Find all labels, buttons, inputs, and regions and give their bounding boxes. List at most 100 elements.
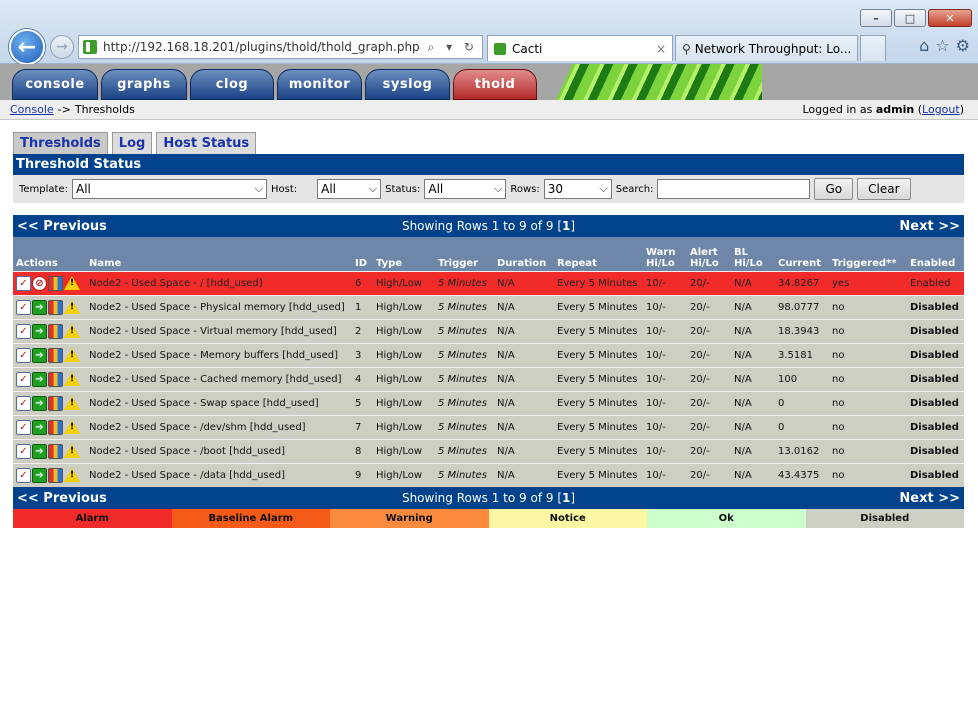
maximize-button[interactable]: □ — [894, 9, 926, 27]
cell-name[interactable]: Node2 - Used Space - Cached memory [hdd_… — [86, 366, 352, 391]
tab-graphs[interactable]: graphs — [101, 69, 187, 100]
cell-name[interactable]: Node2 - Used Space - /boot [hdd_used] — [86, 438, 352, 463]
tab-syslog[interactable]: syslog — [365, 69, 450, 100]
tab-network-throughput[interactable]: ⚲ Network Throughput: Lo... — [675, 35, 858, 61]
close-window-button[interactable]: ✕ — [928, 9, 972, 27]
column-header[interactable]: Type — [373, 237, 435, 271]
warning-icon[interactable]: ! — [64, 396, 80, 410]
table-row[interactable]: ✓ ➔! Node2 - Used Space - /boot [hdd_used]… — [13, 438, 964, 463]
graph-icon[interactable] — [48, 299, 63, 315]
cell-name[interactable]: Node2 - Used Space - / [hdd_used] — [86, 270, 352, 295]
cell-name[interactable]: Node2 - Used Space - Physical memory [hd… — [86, 294, 352, 319]
subtab-log[interactable]: Log — [111, 132, 153, 154]
table-row[interactable]: ✓ ➔! Node2 - Used Space - Physical memory … — [13, 294, 964, 319]
previous-link[interactable]: << Previous — [17, 219, 107, 234]
column-header[interactable]: Trigger — [435, 237, 494, 271]
edit-icon[interactable]: ✓ — [16, 347, 31, 363]
column-header[interactable]: BL Hi/Lo — [731, 237, 775, 271]
next-link[interactable]: Next >> — [899, 219, 960, 234]
warning-icon[interactable]: ! — [64, 276, 80, 290]
edit-icon[interactable]: ✓ — [16, 323, 31, 339]
column-header[interactable]: Actions — [13, 237, 86, 271]
graph-icon[interactable] — [48, 395, 63, 411]
new-tab-button[interactable] — [860, 35, 886, 61]
table-row[interactable]: ✓ ➔! Node2 - Used Space - Cached memory [h… — [13, 366, 964, 391]
go-button[interactable]: Go — [814, 178, 854, 200]
enable-icon[interactable]: ➔ — [32, 347, 47, 363]
warning-icon[interactable]: ! — [64, 300, 80, 314]
cell-name[interactable]: Node2 - Used Space - Virtual memory [hdd… — [86, 318, 352, 343]
column-header[interactable]: Current — [775, 237, 829, 271]
tab-clog[interactable]: clog — [190, 69, 274, 100]
tab-console[interactable]: console — [12, 69, 98, 100]
graph-icon[interactable] — [48, 323, 63, 339]
edit-icon[interactable]: ✓ — [16, 419, 31, 435]
address-tools[interactable]: ⌕ ▾ ↻ — [428, 40, 482, 55]
cell-name[interactable]: Node2 - Used Space - Memory buffers [hdd… — [86, 342, 352, 367]
table-row[interactable]: ✓ ➔! Node2 - Used Space - Virtual memory [… — [13, 318, 964, 343]
enable-icon[interactable]: ➔ — [32, 323, 47, 339]
edit-icon[interactable]: ✓ — [16, 299, 31, 315]
table-row[interactable]: ✓ ➔! Node2 - Used Space - /dev/shm [hdd_us… — [13, 414, 964, 439]
edit-icon[interactable]: ✓ — [16, 443, 31, 459]
disable-icon[interactable]: ⊘ — [32, 275, 47, 291]
column-header[interactable]: Name — [86, 237, 352, 271]
address-bar[interactable]: http://192.168.18.201/plugins/thold/thol… — [78, 35, 483, 59]
search-input[interactable] — [657, 179, 811, 199]
enable-icon[interactable]: ➔ — [32, 299, 47, 315]
cell-name[interactable]: Node2 - Used Space - Swap space [hdd_use… — [86, 390, 352, 415]
edit-icon[interactable]: ✓ — [16, 395, 31, 411]
table-row[interactable]: ✓ ➔! Node2 - Used Space - Swap space [hdd_… — [13, 390, 964, 415]
host-select[interactable]: All ⌵ — [317, 179, 382, 199]
graph-icon[interactable] — [48, 371, 63, 387]
warning-icon[interactable]: ! — [64, 324, 80, 338]
favorites-star-icon[interactable]: ☆ — [935, 36, 949, 55]
address-url[interactable]: http://192.168.18.201/plugins/thold/thol… — [103, 40, 428, 54]
clear-button[interactable]: Clear — [857, 178, 911, 200]
column-header[interactable]: Repeat — [554, 237, 643, 271]
enable-icon[interactable]: ➔ — [32, 443, 47, 459]
tab-monitor[interactable]: monitor — [277, 69, 362, 100]
home-icon[interactable]: ⌂ — [919, 36, 929, 55]
graph-icon[interactable] — [48, 419, 63, 435]
enable-icon[interactable]: ➔ — [32, 467, 47, 483]
column-header[interactable]: Warn Hi/Lo — [643, 237, 687, 271]
table-row[interactable]: ✓ ➔! Node2 - Used Space - /data [hdd_used]… — [13, 462, 964, 487]
tab-close-icon[interactable]: × — [656, 42, 666, 56]
warning-icon[interactable]: ! — [64, 468, 80, 483]
enable-icon[interactable]: ➔ — [32, 371, 47, 387]
edit-icon[interactable]: ✓ — [16, 275, 31, 291]
status-select[interactable]: All ⌵ — [424, 179, 507, 199]
breadcrumb-console-link[interactable]: Console — [10, 103, 54, 116]
subtab-host-status[interactable]: Host Status — [156, 132, 257, 154]
graph-icon[interactable] — [48, 275, 63, 291]
previous-link[interactable]: << Previous — [17, 491, 107, 506]
warning-icon[interactable]: ! — [64, 420, 80, 434]
minimize-button[interactable]: – — [860, 9, 892, 27]
table-row[interactable]: ✓ ⊘! Node2 - Used Space - / [hdd_used] 6 Hig… — [13, 270, 964, 295]
rows-select[interactable]: 30 ⌵ — [543, 179, 612, 199]
tab-thold[interactable]: thold — [453, 69, 537, 100]
graph-icon[interactable] — [48, 467, 63, 483]
template-select[interactable]: All ⌵ — [72, 179, 267, 199]
warning-icon[interactable]: ! — [64, 372, 80, 386]
column-header[interactable]: Duration — [494, 237, 554, 271]
graph-icon[interactable] — [48, 443, 63, 459]
cell-name[interactable]: Node2 - Used Space - /dev/shm [hdd_used] — [86, 414, 352, 439]
enable-icon[interactable]: ➔ — [32, 395, 47, 411]
warning-icon[interactable]: ! — [64, 444, 80, 458]
column-header[interactable]: Triggered** — [829, 237, 907, 271]
column-header[interactable]: Alert Hi/Lo — [687, 237, 731, 271]
column-header[interactable]: ID — [352, 237, 373, 271]
settings-gear-icon[interactable]: ⚙ — [956, 36, 970, 55]
column-header[interactable]: Enabled — [907, 237, 964, 271]
logout-link[interactable]: Logout — [922, 103, 960, 116]
tab-cacti[interactable]: Cacti × — [487, 35, 673, 61]
next-link[interactable]: Next >> — [899, 491, 960, 506]
warning-icon[interactable]: ! — [64, 348, 80, 362]
edit-icon[interactable]: ✓ — [16, 371, 31, 387]
subtab-thresholds[interactable]: Thresholds — [13, 132, 108, 154]
table-row[interactable]: ✓ ➔! Node2 - Used Space - Memory buffers [… — [13, 342, 964, 367]
forward-button[interactable]: → — [50, 35, 74, 59]
graph-icon[interactable] — [48, 347, 63, 363]
